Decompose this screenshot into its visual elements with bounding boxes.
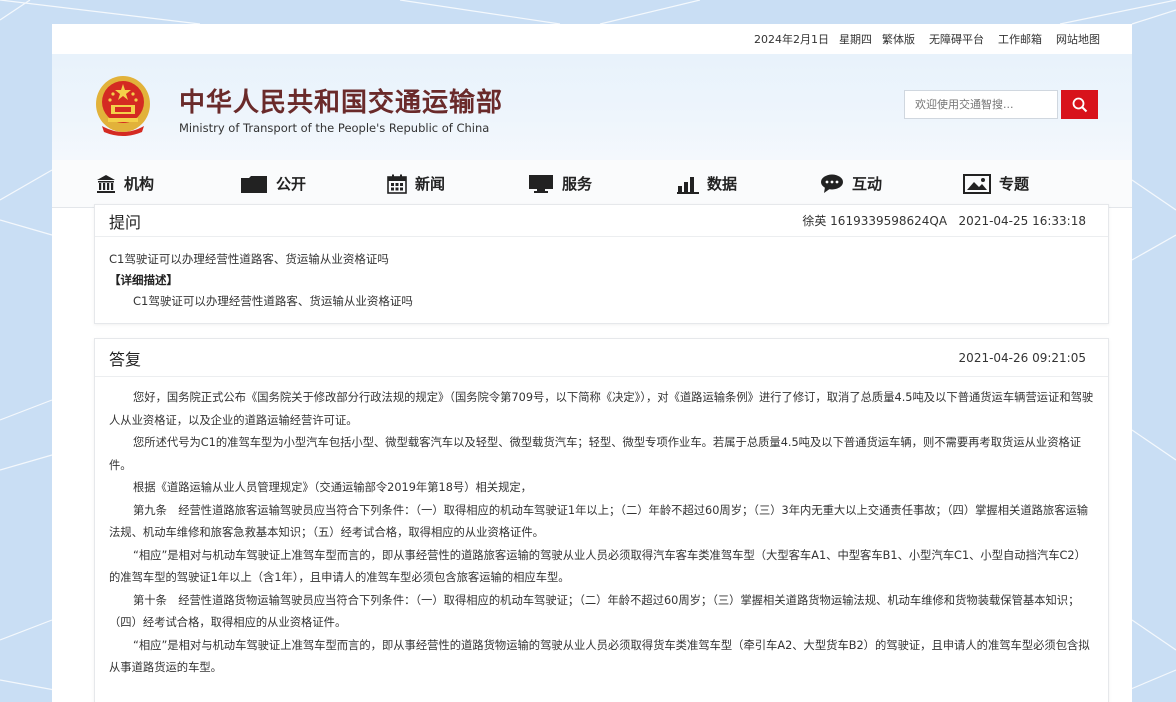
bar-chart-icon [677, 176, 699, 194]
nav-label: 数据 [707, 175, 738, 193]
answer-paragraph: 您好，国务院正式公布《国务院关于修改部分行政法规的规定》（国务院令第709号，以… [109, 391, 1094, 427]
accessibility-link[interactable]: 无障碍平台 [929, 31, 984, 47]
image-icon [963, 173, 991, 194]
answer-paragraph: “相应”是相对与机动车驾驶证上准驾车型而言的，即从事经营性的道路旅客运输的驾驶从… [109, 548, 1086, 585]
answer-paragraph: 第九条 经营性道路旅客运输驾驶员应当符合下列条件：（一）取得相应的机动车驾驶证1… [109, 503, 1089, 540]
calendar-icon [387, 174, 407, 194]
question-body: C1驾驶证可以办理经营性道路客、货运输从业资格证吗 【详细描述】 C1驾驶证可以… [95, 237, 1108, 312]
site-title-en: Ministry of Transport of the People's Re… [179, 121, 490, 135]
answer-paragraph: 根据《道路运输从业人员管理规定》（交通运输部令2019年第18号）相关规定， [133, 481, 532, 494]
question-panel: 提问 徐英 1619339598624QA 2021-04-25 16:33:1… [94, 204, 1109, 324]
question-header: 提问 徐英 1619339598624QA 2021-04-25 16:33:1… [95, 205, 1108, 237]
monitor-icon [529, 174, 553, 193]
traditional-chinese-link[interactable]: 繁体版 [882, 31, 915, 47]
answer-time: 2021-04-26 09:21:05 [958, 350, 1086, 365]
question-author: 徐英 1619339598624QA [802, 214, 948, 228]
page-container: 2024年2月1日 星期四 繁体版 无障碍平台 工作邮箱 网站地图 中华人民共和… [52, 24, 1132, 702]
answer-paragraph: “相应”是相对与机动车驾驶证上准驾车型而言的，即从事经营性的道路货物运输的驾驶从… [109, 638, 1090, 675]
search-input[interactable] [904, 90, 1058, 119]
top-bar: 2024年2月1日 星期四 繁体版 无障碍平台 工作邮箱 网站地图 [52, 24, 1132, 54]
folder-icon [241, 175, 267, 193]
main-nav: 机构 公开 新闻 服务 数据 互动 专题 [52, 160, 1132, 208]
question-heading: 提问 [109, 212, 142, 232]
current-weekday: 星期四 [839, 33, 872, 46]
search-icon [1072, 97, 1087, 112]
nav-label: 新闻 [415, 175, 446, 193]
nav-label: 机构 [124, 175, 155, 193]
chat-icon [821, 174, 843, 193]
national-emblem-icon[interactable] [94, 74, 152, 138]
detail-label: 【详细描述】 [109, 273, 178, 287]
nav-item-news[interactable]: 新闻 [387, 173, 445, 194]
question-title: C1驾驶证可以办理经营性道路客、货运输从业资格证吗 [109, 252, 389, 266]
nav-label: 服务 [562, 175, 593, 193]
nav-item-public[interactable]: 公开 [240, 173, 306, 194]
site-title-cn[interactable]: 中华人民共和国交通运输部 [179, 82, 503, 119]
answer-body: 您好，国务院正式公布《国务院关于修改部分行政法规的规定》（国务院令第709号，以… [95, 377, 1108, 680]
answer-heading: 答复 [109, 349, 142, 369]
nav-item-data[interactable]: 数据 [677, 173, 737, 194]
nav-label: 公开 [276, 175, 307, 193]
question-time: 2021-04-25 16:33:18 [958, 214, 1086, 228]
search-box [904, 90, 1098, 119]
question-meta: 徐英 1619339598624QA 2021-04-25 16:33:18 [802, 212, 1086, 229]
nav-item-interaction[interactable]: 互动 [820, 173, 882, 194]
nav-label: 专题 [999, 175, 1030, 193]
answer-header: 答复 2021-04-26 09:21:05 [95, 339, 1108, 377]
search-button[interactable] [1061, 90, 1098, 119]
answer-paragraph: 您所述代号为C1的准驾车型为小型汽车包括小型、微型载客汽车以及轻型、微型载货汽车… [109, 436, 1082, 472]
site-header: 中华人民共和国交通运输部 Ministry of Transport of th… [52, 54, 1132, 160]
answer-panel: 答复 2021-04-26 09:21:05 您好，国务院正式公布《国务院关于修… [94, 338, 1109, 702]
work-mail-link[interactable]: 工作邮箱 [998, 31, 1042, 47]
nav-item-topics[interactable]: 专题 [963, 173, 1029, 194]
nav-label: 互动 [852, 175, 883, 193]
nav-item-service[interactable]: 服务 [528, 173, 592, 194]
current-date: 2024年2月1日 [754, 33, 829, 46]
nav-item-institution[interactable]: 机构 [96, 173, 154, 194]
institution-icon [97, 174, 115, 193]
answer-paragraph: 第十条 经营性道路货物运输驾驶员应当符合下列条件：（一）取得相应的机动车驾驶证；… [109, 593, 1080, 630]
question-detail: C1驾驶证可以办理经营性道路客、货运输从业资格证吗 [133, 294, 413, 308]
sitemap-link[interactable]: 网站地图 [1056, 31, 1100, 47]
